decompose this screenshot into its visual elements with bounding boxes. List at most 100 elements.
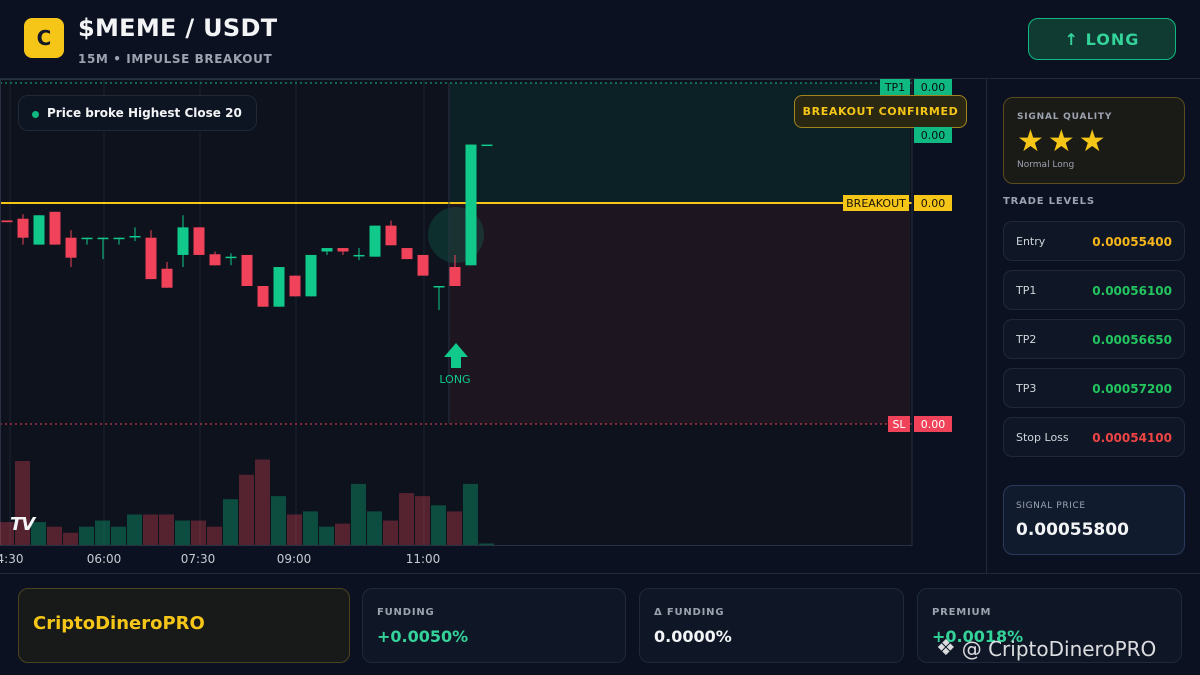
volume-bar (143, 514, 158, 545)
last-price-tag: 0.00 (914, 127, 952, 143)
signal-price-value: 0.00055800 (1016, 520, 1129, 540)
volume-bar (79, 526, 94, 545)
tp1-tag: TP1 (880, 79, 910, 95)
signal-note-pill: Price broke Highest Close 20 (18, 95, 257, 131)
volume-bar (239, 474, 254, 545)
time-tick-label: 11:00 (406, 552, 441, 566)
volume-bar (175, 520, 190, 545)
candle-body (449, 267, 461, 286)
candle-body (33, 215, 45, 245)
candle-body (369, 225, 381, 257)
time-tick-label: 06:00 (87, 552, 122, 566)
watermark: ❖ @ CriptoDineroPRO (936, 636, 1156, 661)
time-tick-label: 4:30 (0, 552, 23, 566)
volume-bar (207, 526, 222, 545)
volume-bar (47, 526, 62, 545)
level-value: 0.00056650 (1092, 333, 1172, 347)
candle-body (145, 237, 157, 280)
binance-icon: ❖ (936, 636, 956, 661)
candle-body (321, 248, 333, 252)
volume-bar (335, 523, 350, 545)
pair-title: $MEME / USDT (78, 14, 278, 42)
level-value: 0.00054100 (1092, 431, 1172, 445)
candle-body (353, 254, 365, 257)
level-value: 0.00057200 (1092, 382, 1172, 396)
candle-body (337, 248, 349, 252)
stat-value: +0.0050% (377, 627, 469, 646)
volume-bar (127, 514, 142, 545)
signal-quality-card: SIGNAL QUALITY ★★★ Normal Long (1003, 97, 1185, 184)
header: C $MEME / USDT 15M • IMPULSE BREAKOUT ↑ … (0, 0, 1200, 78)
volume-bar (367, 511, 382, 545)
volume-bar (303, 511, 318, 545)
level-name: TP2 (1016, 333, 1037, 346)
tp1-value-tag: 0.00 (914, 79, 952, 95)
volume-bar (463, 483, 478, 545)
tradingview-logo[interactable]: TV (10, 514, 35, 535)
funding-card: FUNDING +0.0050% (362, 588, 626, 663)
volume-bar (271, 496, 286, 545)
candle-body (161, 268, 173, 288)
level-tp1: TP1 0.00056100 (1003, 270, 1185, 310)
delta-funding-card: Δ FUNDING 0.0000% (639, 588, 904, 663)
candlestick-chart[interactable]: LONG 4:30 06:00 07:30 09:00 11:00 (0, 79, 986, 574)
candle-body (193, 227, 205, 255)
volume-bar (63, 532, 78, 545)
star-rating-icon: ★★★ (1017, 124, 1110, 159)
volume-bar (479, 543, 494, 545)
level-entry: Entry 0.00055400 (1003, 221, 1185, 261)
trade-levels-title: TRADE LEVELS (1003, 196, 1095, 207)
level-name: Stop Loss (1016, 431, 1069, 444)
candle-body (401, 248, 413, 260)
volume-bar (223, 499, 238, 545)
candle-body (49, 211, 61, 245)
volume-bar (287, 514, 302, 545)
volume-bar (191, 520, 206, 545)
timeframe-subtitle: 15M • IMPULSE BREAKOUT (78, 52, 273, 66)
volume-bar (319, 526, 334, 545)
candle-body (225, 256, 237, 259)
time-tick-label: 09:00 (277, 552, 312, 566)
stat-value: 0.0000% (654, 627, 732, 646)
signal-quality-title: SIGNAL QUALITY (1017, 112, 1113, 122)
signal-sidebar: SIGNAL QUALITY ★★★ Normal Long TRADE LEV… (986, 78, 1200, 573)
watermark-text: @ CriptoDineroPRO (961, 636, 1157, 661)
candle-body (305, 254, 317, 297)
stat-label: PREMIUM (932, 607, 992, 618)
candle-body (113, 237, 125, 240)
volume-bar (447, 511, 462, 545)
candle-body (433, 286, 445, 288)
volume-bar (383, 520, 398, 545)
candle-body (481, 144, 493, 147)
volume-bar (399, 493, 414, 545)
status-dot-icon (32, 111, 39, 118)
long-marker-label: LONG (439, 373, 470, 386)
brand-name: CriptoDineroPRO (33, 613, 205, 634)
candle-body (241, 254, 253, 286)
candle-body (385, 225, 397, 246)
breakout-value-tag: 0.00 (914, 195, 952, 211)
level-stop-loss: Stop Loss 0.00054100 (1003, 417, 1185, 457)
app-root: C $MEME / USDT 15M • IMPULSE BREAKOUT ↑ … (0, 0, 1200, 675)
level-name: TP3 (1016, 382, 1037, 395)
volume-bar (255, 459, 270, 545)
sl-value-tag: 0.00 (914, 416, 952, 432)
long-direction-button[interactable]: ↑ LONG (1028, 18, 1176, 60)
signal-price-card: SIGNAL PRICE 0.00055800 (1003, 485, 1185, 555)
level-name: TP1 (1016, 284, 1037, 297)
candle-body (289, 275, 301, 297)
candle-body (17, 218, 29, 238)
volume-bar (159, 514, 174, 545)
coin-logo: C (24, 18, 64, 58)
level-name: Entry (1016, 235, 1046, 248)
breakout-confirmed-badge: BREAKOUT CONFIRMED (794, 95, 967, 128)
price-chart[interactable]: LONG 4:30 06:00 07:30 09:00 11:00 Price broke… (0, 78, 986, 573)
candle-body (65, 237, 77, 258)
volume-bar (351, 483, 366, 545)
brand-card: CriptoDineroPRO (18, 588, 350, 663)
signal-price-title: SIGNAL PRICE (1016, 501, 1086, 511)
volume-bar (431, 505, 446, 545)
level-value: 0.00056100 (1092, 284, 1172, 298)
candle-body (465, 144, 477, 266)
candle-body (209, 254, 221, 266)
